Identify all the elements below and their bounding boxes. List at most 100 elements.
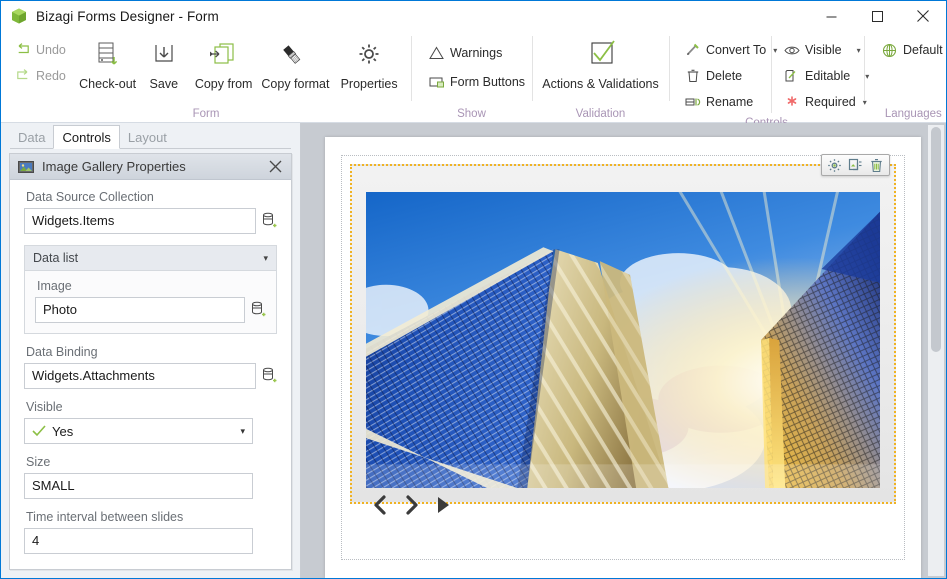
- data-list-group: Data list ▾ Image Photo: [24, 245, 277, 334]
- size-input[interactable]: SMALL: [24, 473, 253, 499]
- required-button[interactable]: Required ▾: [780, 91, 867, 113]
- image-gallery-properties-panel: Image Gallery Properties Data Source Col…: [9, 153, 292, 570]
- save-button[interactable]: Save: [138, 36, 190, 91]
- chevron-left-icon[interactable]: [372, 495, 389, 515]
- copy-from-button[interactable]: Copy from: [190, 36, 258, 91]
- asterisk-icon: [783, 94, 800, 111]
- data-source-collection-label: Data Source Collection: [26, 190, 154, 204]
- check-out-label: Check-out: [79, 77, 137, 91]
- image-gallery-icon: [18, 159, 35, 174]
- tab-controls-label: Controls: [62, 129, 111, 145]
- editable-label: Editable: [805, 69, 851, 83]
- title-bar: Bizagi Forms Designer - Form: [1, 1, 946, 31]
- editable-button[interactable]: Editable ▾: [780, 65, 869, 87]
- close-icon[interactable]: [265, 157, 285, 177]
- image-field-row: Photo: [35, 297, 266, 323]
- panel-body: Data Source Collection Widgets.Items Dat…: [10, 180, 291, 569]
- data-binding-row: Widgets.Attachments: [24, 363, 277, 389]
- ribbon-group-label-show: Show: [457, 107, 486, 120]
- eye-icon: [783, 42, 800, 59]
- convert-to-icon: [684, 42, 701, 59]
- gear-icon[interactable]: [825, 156, 844, 174]
- redo-label: Redo: [36, 69, 66, 83]
- ribbon-group-controls: Convert To ▾ Delete Rename Visible ▾ Edi…: [669, 31, 869, 129]
- close-icon[interactable]: [900, 1, 946, 31]
- data-list-group-body: Image Photo: [25, 271, 276, 333]
- copy-format-icon: [278, 40, 312, 74]
- chevron-down-icon[interactable]: ▾: [240, 426, 245, 437]
- form-sheet: [325, 137, 921, 578]
- visible-dropdown[interactable]: Yes ▾: [24, 418, 253, 444]
- delete-label: Delete: [706, 69, 743, 83]
- ribbon-group-label-languages: Languages: [884, 107, 942, 120]
- duplicate-icon[interactable]: [846, 156, 865, 174]
- redo-button[interactable]: Redo: [11, 65, 77, 87]
- data-binding-icon[interactable]: [251, 301, 266, 319]
- copy-from-label: Copy from: [194, 77, 253, 91]
- ribbon-group-label-form: Form: [192, 107, 220, 120]
- tab-layout[interactable]: Layout: [120, 126, 175, 149]
- visible-button[interactable]: Visible ▾: [780, 39, 863, 61]
- copy-from-icon: [207, 40, 241, 74]
- ribbon-group-form: Undo Redo Check-out Save Copy from Copy …: [1, 31, 411, 123]
- bizagi-cube-icon: [10, 7, 28, 25]
- data-binding-icon[interactable]: [262, 367, 277, 385]
- chevron-down-icon[interactable]: ▾: [847, 46, 861, 55]
- interval-field-row: 4: [24, 528, 277, 554]
- interval-input[interactable]: 4: [24, 528, 253, 554]
- form-drop-area[interactable]: [341, 154, 905, 560]
- trash-icon[interactable]: [867, 156, 886, 174]
- warnings-button[interactable]: Warnings: [425, 42, 528, 64]
- delete-button[interactable]: Delete: [681, 65, 771, 87]
- minimize-icon[interactable]: [808, 1, 854, 31]
- form-buttons-label: Form Buttons: [450, 75, 526, 89]
- ribbon-toolbar: Undo Redo Check-out Save Copy from Copy …: [1, 31, 947, 129]
- tab-data[interactable]: Data: [10, 126, 53, 149]
- maximize-icon[interactable]: [854, 1, 900, 31]
- visible-field-label: Visible: [26, 400, 63, 414]
- ribbon-group-languages: Default ▾ Languages: [864, 31, 947, 123]
- tab-controls[interactable]: Controls: [53, 125, 120, 149]
- image-field-input[interactable]: Photo: [35, 297, 245, 323]
- save-label: Save: [149, 77, 179, 91]
- check-out-icon: [93, 40, 123, 74]
- data-binding-input[interactable]: Widgets.Attachments: [24, 363, 256, 389]
- window-title: Bizagi Forms Designer - Form: [36, 8, 219, 24]
- image-gallery-widget[interactable]: [350, 154, 896, 515]
- warning-triangle-icon: [428, 45, 445, 62]
- data-source-collection-input[interactable]: Widgets.Items: [24, 208, 256, 234]
- data-source-collection-row: Widgets.Items: [24, 208, 277, 234]
- default-language-button[interactable]: Default ▾: [878, 39, 947, 61]
- chevron-right-icon[interactable]: [403, 495, 420, 515]
- canvas-scrollbar[interactable]: [928, 125, 944, 576]
- convert-to-button[interactable]: Convert To ▾: [681, 39, 777, 61]
- visible-value: Yes: [52, 423, 74, 439]
- form-buttons-icon: [428, 74, 445, 91]
- undo-icon: [14, 42, 31, 59]
- canvas-scrollbar-thumb[interactable]: [931, 127, 941, 352]
- sidebar-tabstrip: Data Controls Layout: [1, 123, 300, 149]
- gear-icon: [353, 40, 385, 74]
- rename-button[interactable]: Rename: [681, 91, 771, 113]
- visible-field-row: Yes ▾: [24, 418, 277, 444]
- copy-format-label: Copy format: [261, 77, 330, 91]
- data-binding-icon[interactable]: [262, 212, 277, 230]
- data-list-group-header[interactable]: Data list ▾: [25, 246, 276, 271]
- form-buttons-button[interactable]: Form Buttons: [425, 71, 528, 93]
- check-icon: [32, 425, 46, 437]
- editable-page-icon: [783, 68, 800, 85]
- play-icon[interactable]: [434, 495, 451, 515]
- trash-icon: [684, 68, 701, 85]
- warnings-label: Warnings: [450, 46, 503, 60]
- actions-validations-button[interactable]: Actions & Validations: [538, 36, 663, 91]
- properties-button[interactable]: Properties: [333, 36, 405, 91]
- tab-layout-label: Layout: [127, 130, 167, 145]
- copy-format-button[interactable]: Copy format: [258, 36, 333, 91]
- undo-button[interactable]: Undo: [11, 39, 77, 61]
- chevron-down-icon[interactable]: ▾: [263, 253, 268, 264]
- widget-toolbar: [821, 154, 890, 176]
- default-language-label: Default: [903, 43, 943, 57]
- check-out-button[interactable]: Check-out: [77, 36, 138, 91]
- form-canvas: [301, 123, 946, 578]
- convert-to-label: Convert To: [706, 43, 767, 57]
